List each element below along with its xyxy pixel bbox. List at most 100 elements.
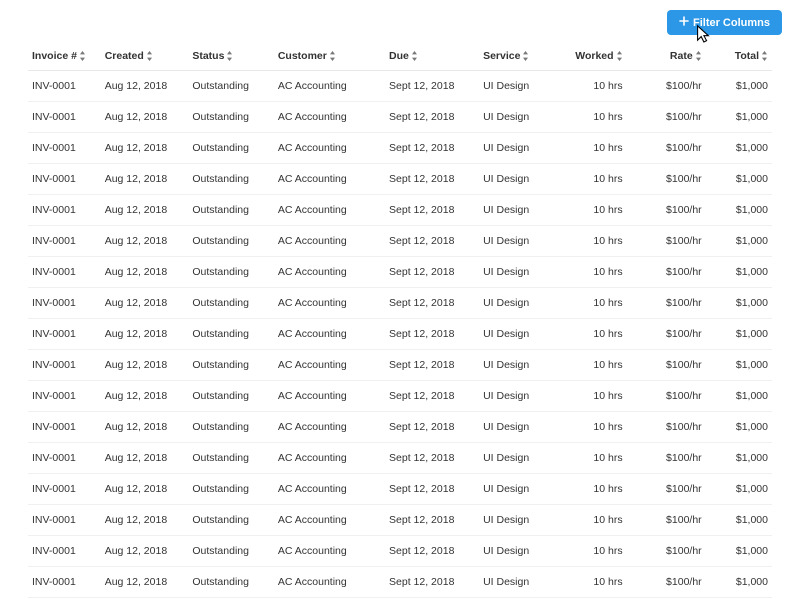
cell-customer: AC Accounting	[274, 71, 385, 102]
cell-customer: AC Accounting	[274, 102, 385, 133]
table-row[interactable]: INV-0001Aug 12, 2018OutstandingAC Accoun…	[28, 536, 772, 567]
cell-status: Outstanding	[188, 350, 274, 381]
cell-service: UI Design	[479, 195, 560, 226]
cell-invoice: INV-0001	[28, 195, 101, 226]
column-header-label: Invoice #	[32, 50, 77, 62]
column-header-due[interactable]: Due	[385, 42, 479, 71]
sort-icon[interactable]	[616, 51, 623, 61]
table-row[interactable]: INV-0001Aug 12, 2018OutstandingAC Accoun…	[28, 443, 772, 474]
cell-customer: AC Accounting	[274, 474, 385, 505]
sort-icon[interactable]	[411, 51, 418, 61]
column-header-status[interactable]: Status	[188, 42, 274, 71]
cell-service: UI Design	[479, 257, 560, 288]
table-row[interactable]: INV-0001Aug 12, 2018OutstandingAC Accoun…	[28, 381, 772, 412]
cell-worked: 10 hrs	[560, 102, 626, 133]
cell-rate: $100/hr	[627, 536, 706, 567]
cell-due: Sept 12, 2018	[385, 102, 479, 133]
cell-rate: $100/hr	[627, 133, 706, 164]
column-header-label: Created	[105, 50, 144, 62]
cell-due: Sept 12, 2018	[385, 536, 479, 567]
cell-customer: AC Accounting	[274, 505, 385, 536]
cell-due: Sept 12, 2018	[385, 164, 479, 195]
cell-status: Outstanding	[188, 257, 274, 288]
filter-columns-button[interactable]: Filter Columns	[667, 10, 782, 35]
sort-icon[interactable]	[79, 51, 86, 61]
table-row[interactable]: INV-0001Aug 12, 2018OutstandingAC Accoun…	[28, 133, 772, 164]
table-row[interactable]: INV-0001Aug 12, 2018OutstandingAC Accoun…	[28, 412, 772, 443]
table-row[interactable]: INV-0001Aug 12, 2018OutstandingAC Accoun…	[28, 505, 772, 536]
cell-due: Sept 12, 2018	[385, 381, 479, 412]
table-row[interactable]: INV-0001Aug 12, 2018OutstandingAC Accoun…	[28, 288, 772, 319]
cell-service: UI Design	[479, 505, 560, 536]
cell-created: Aug 12, 2018	[101, 474, 189, 505]
cell-due: Sept 12, 2018	[385, 567, 479, 598]
sort-icon[interactable]	[522, 51, 529, 61]
cell-due: Sept 12, 2018	[385, 288, 479, 319]
table-row[interactable]: INV-0001Aug 12, 2018OutstandingAC Accoun…	[28, 226, 772, 257]
cell-status: Outstanding	[188, 412, 274, 443]
cell-invoice: INV-0001	[28, 257, 101, 288]
cell-invoice: INV-0001	[28, 412, 101, 443]
table-row[interactable]: INV-0001Aug 12, 2018OutstandingAC Accoun…	[28, 257, 772, 288]
column-header-created[interactable]: Created	[101, 42, 189, 71]
column-header-total[interactable]: Total	[706, 42, 772, 71]
cell-invoice: INV-0001	[28, 474, 101, 505]
table-row[interactable]: INV-0001Aug 12, 2018OutstandingAC Accoun…	[28, 164, 772, 195]
table-row[interactable]: INV-0001Aug 12, 2018OutstandingAC Accoun…	[28, 102, 772, 133]
cell-total: $1,000	[706, 505, 772, 536]
cell-total: $1,000	[706, 71, 772, 102]
column-header-label: Rate	[670, 50, 693, 62]
column-header-rate[interactable]: Rate	[627, 42, 706, 71]
column-header-worked[interactable]: Worked	[560, 42, 626, 71]
cell-total: $1,000	[706, 350, 772, 381]
cell-customer: AC Accounting	[274, 412, 385, 443]
column-header-label: Worked	[575, 50, 613, 62]
cell-service: UI Design	[479, 288, 560, 319]
cell-service: UI Design	[479, 71, 560, 102]
cell-created: Aug 12, 2018	[101, 102, 189, 133]
cell-worked: 10 hrs	[560, 536, 626, 567]
table-row[interactable]: INV-0001Aug 12, 2018OutstandingAC Accoun…	[28, 350, 772, 381]
cell-invoice: INV-0001	[28, 443, 101, 474]
cell-worked: 10 hrs	[560, 257, 626, 288]
sort-icon[interactable]	[329, 51, 336, 61]
cell-customer: AC Accounting	[274, 133, 385, 164]
cell-worked: 10 hrs	[560, 319, 626, 350]
cell-invoice: INV-0001	[28, 536, 101, 567]
cell-due: Sept 12, 2018	[385, 226, 479, 257]
cell-customer: AC Accounting	[274, 536, 385, 567]
cell-worked: 10 hrs	[560, 381, 626, 412]
cell-service: UI Design	[479, 133, 560, 164]
sort-icon[interactable]	[226, 51, 233, 61]
cell-created: Aug 12, 2018	[101, 567, 189, 598]
cell-rate: $100/hr	[627, 102, 706, 133]
cell-invoice: INV-0001	[28, 164, 101, 195]
cell-invoice: INV-0001	[28, 505, 101, 536]
cell-service: UI Design	[479, 164, 560, 195]
cell-total: $1,000	[706, 164, 772, 195]
cell-total: $1,000	[706, 381, 772, 412]
sort-icon[interactable]	[146, 51, 153, 61]
table-row[interactable]: INV-0001Aug 12, 2018OutstandingAC Accoun…	[28, 195, 772, 226]
invoice-table: Invoice # Created Status Customer DueService…	[28, 42, 772, 598]
column-header-invoice[interactable]: Invoice #	[28, 42, 101, 71]
sort-icon[interactable]	[761, 51, 768, 61]
column-header-service[interactable]: Service	[479, 42, 560, 71]
table-row[interactable]: INV-0001Aug 12, 2018OutstandingAC Accoun…	[28, 319, 772, 350]
table-row[interactable]: INV-0001Aug 12, 2018OutstandingAC Accoun…	[28, 567, 772, 598]
cell-rate: $100/hr	[627, 443, 706, 474]
sort-icon[interactable]	[695, 51, 702, 61]
cell-rate: $100/hr	[627, 381, 706, 412]
column-header-customer[interactable]: Customer	[274, 42, 385, 71]
cell-worked: 10 hrs	[560, 505, 626, 536]
table-row[interactable]: INV-0001Aug 12, 2018OutstandingAC Accoun…	[28, 71, 772, 102]
table-row[interactable]: INV-0001Aug 12, 2018OutstandingAC Accoun…	[28, 474, 772, 505]
cell-status: Outstanding	[188, 226, 274, 257]
cell-created: Aug 12, 2018	[101, 133, 189, 164]
cell-service: UI Design	[479, 381, 560, 412]
column-header-label: Customer	[278, 50, 327, 62]
cell-total: $1,000	[706, 474, 772, 505]
cell-worked: 10 hrs	[560, 226, 626, 257]
cell-total: $1,000	[706, 257, 772, 288]
table-header: Invoice # Created Status Customer DueService…	[28, 42, 772, 71]
